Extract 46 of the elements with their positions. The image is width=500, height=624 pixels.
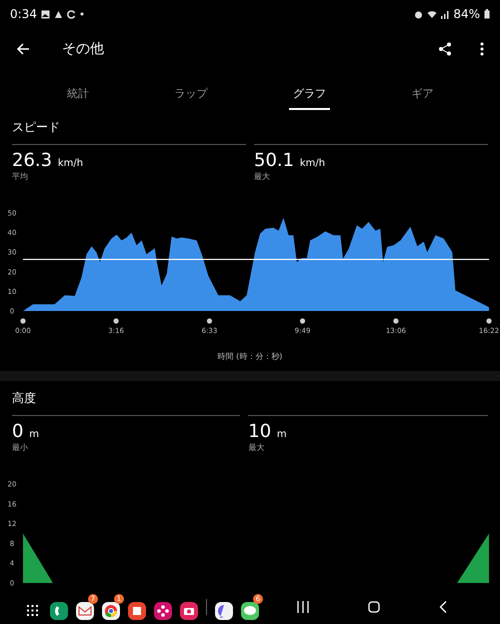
battery-level: 84% [453, 6, 480, 23]
back-icon[interactable] [438, 601, 447, 613]
camera-icon[interactable] [180, 602, 198, 620]
back-arrow-icon[interactable] [16, 42, 30, 56]
sync-icon [66, 10, 76, 18]
dot-icon [80, 12, 84, 16]
tick-dot [300, 318, 306, 324]
more-options-icon[interactable] [480, 42, 484, 56]
stat-value: 10 m [248, 422, 288, 442]
browser-icon[interactable] [102, 602, 120, 620]
battery-icon [484, 9, 490, 19]
phone-icon[interactable] [50, 602, 68, 620]
notification-icon [54, 10, 63, 18]
chat-icon[interactable] [241, 602, 259, 620]
signal-icon [441, 10, 450, 18]
section-title: 高度 [12, 390, 37, 407]
stat-value: 26.3 km/h [12, 151, 84, 171]
stat-value: 0 m [12, 422, 40, 442]
tick-dot [113, 318, 119, 324]
tick-dot [20, 318, 26, 324]
wifi-icon [427, 10, 438, 18]
stat-label: 最大 [254, 170, 271, 183]
stat-label: 最大 [248, 442, 266, 454]
section-title: スピード [12, 119, 61, 136]
flower-icon[interactable] [154, 602, 172, 620]
tick-dot [393, 318, 399, 324]
dock-divider [206, 599, 207, 615]
notes-icon[interactable] [128, 602, 146, 620]
clock-time: 0:34 [10, 6, 37, 23]
screen-title: その他 [62, 40, 105, 58]
stat-value: 50.1 km/h [254, 151, 326, 171]
tab[interactable]: ギア [407, 76, 438, 110]
share-icon[interactable] [438, 42, 452, 56]
tick-dot [486, 318, 492, 324]
tab[interactable]: 統計 [62, 76, 93, 110]
axis-title: 時間 (時：分：秒) [216, 350, 284, 363]
recent-apps-icon[interactable] [296, 601, 310, 613]
stat-label: 平均 [12, 170, 29, 183]
home-icon[interactable] [368, 601, 380, 613]
gallery-icon [40, 10, 50, 18]
tab[interactable]: グラフ [288, 76, 330, 110]
tick-dot [206, 318, 212, 324]
mail-icon[interactable] [76, 602, 94, 620]
stat-label: 最小 [12, 442, 29, 454]
messenger-icon[interactable] [215, 602, 233, 620]
tab[interactable]: ラップ [170, 76, 212, 110]
